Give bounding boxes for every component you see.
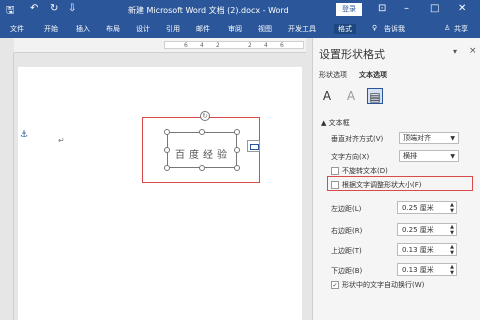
spinner-icon[interactable]: ▲ ▼: [450, 264, 454, 276]
resize-handle[interactable]: [234, 129, 240, 135]
lightbulb-icon: ♀: [372, 24, 378, 32]
tab-review[interactable]: 审阅: [228, 24, 242, 34]
ruler-tick: 4: [264, 42, 268, 49]
text-direction-value: 横排: [403, 152, 417, 160]
tab-insert[interactable]: 插入: [76, 24, 90, 34]
no-rotate-checkbox-row[interactable]: 不旋转文本(D): [331, 166, 388, 176]
tab-references[interactable]: 引用: [166, 24, 180, 34]
resize-handle[interactable]: [199, 165, 205, 171]
save-icon[interactable]: 🖫: [6, 3, 15, 20]
spinner-icon[interactable]: ▲ ▼: [450, 224, 454, 236]
login-button[interactable]: 登录: [336, 3, 362, 16]
bottom-margin-input[interactable]: 0.13 厘米 ▲ ▼: [397, 263, 457, 276]
autofit-checkbox-row[interactable]: 根据文字调整形状大小(F): [331, 180, 422, 190]
tab-shape-options[interactable]: 形状选项: [319, 70, 347, 80]
format-shape-pane: 设置形状格式 ▾ × 形状选项 文本选项 A A ▤ ▲ 文本框 垂直对齐方式(…: [312, 38, 480, 320]
ruler-tick: 2: [248, 42, 252, 49]
share-button[interactable]: 共享: [454, 24, 468, 34]
tab-mailings[interactable]: 邮件: [196, 24, 210, 34]
right-margin-label: 右边距(R): [331, 227, 363, 235]
pane-title: 设置形状格式: [319, 48, 385, 61]
section-textbox-header[interactable]: ▲ 文本框: [321, 118, 350, 128]
tab-file[interactable]: 文件: [10, 24, 24, 34]
paragraph-mark: ↵: [58, 136, 65, 145]
left-margin-input[interactable]: 0.25 厘米 ▲ ▼: [397, 201, 457, 214]
wrap-text-label: 形状中的文字自动换行(W): [342, 281, 425, 289]
layout-options-icon[interactable]: [247, 140, 260, 152]
minimize-icon[interactable]: –: [404, 3, 409, 14]
tab-home[interactable]: 开始: [44, 24, 58, 34]
ruler-tick: 6: [184, 42, 188, 49]
bottom-margin-label: 下边距(B): [331, 267, 363, 275]
right-margin-input[interactable]: 0.25 厘米 ▲ ▼: [397, 223, 457, 236]
redo-icon[interactable]: ↻: [50, 3, 58, 14]
document-page[interactable]: [18, 67, 302, 320]
maximize-icon[interactable]: □: [430, 3, 439, 14]
undo-icon[interactable]: ↶: [30, 3, 38, 14]
text-box-content[interactable]: 百度经验: [168, 146, 238, 161]
tell-me-search[interactable]: 告诉我: [384, 24, 405, 34]
no-rotate-label: 不旋转文本(D): [342, 167, 388, 175]
close-icon[interactable]: ✕: [458, 3, 466, 14]
resize-handle[interactable]: [199, 129, 205, 135]
document-area: [14, 53, 306, 320]
tab-layout[interactable]: 布局: [106, 24, 120, 34]
tab-format[interactable]: 格式: [334, 24, 356, 34]
resize-handle[interactable]: [164, 147, 170, 153]
wrap-text-checkbox[interactable]: ✓: [331, 281, 339, 289]
autofit-checkbox[interactable]: [331, 181, 339, 189]
text-box[interactable]: 百度经验: [167, 132, 237, 168]
horizontal-ruler[interactable]: 6 4 2 2 4 6: [14, 38, 306, 53]
tab-developer[interactable]: 开发工具: [288, 24, 316, 34]
resize-handle[interactable]: [164, 165, 170, 171]
text-fill-outline-icon[interactable]: A: [319, 88, 335, 104]
ruler-tick: 6: [280, 42, 284, 49]
vertical-ruler[interactable]: [0, 53, 14, 320]
pane-close-icon[interactable]: ×: [469, 46, 477, 56]
rotate-handle[interactable]: ↻: [200, 111, 210, 121]
ribbon-tabs: 文件 开始 插入 布局 设计 引用 邮件 审阅 视图 开发工具 格式 ♀ 告诉我…: [0, 20, 480, 38]
no-rotate-checkbox[interactable]: [331, 167, 339, 175]
ruler-tick: 2: [216, 42, 220, 49]
left-margin-value: 0.25 厘米: [402, 204, 434, 212]
vertical-align-select[interactable]: 顶端对齐 ▼: [399, 132, 459, 144]
tab-design[interactable]: 设计: [136, 24, 150, 34]
customize-quick-access-icon[interactable]: ⇩: [68, 3, 76, 14]
spinner-icon[interactable]: ▲ ▼: [450, 244, 454, 256]
bottom-margin-value: 0.13 厘米: [402, 266, 434, 274]
top-margin-label: 上边距(T): [331, 247, 362, 255]
window-title: 新建 Microsoft Word 文档 (2).docx - Word: [128, 6, 289, 15]
ruler-tick: 4: [200, 42, 204, 49]
anchor-icon: ⚓: [20, 130, 29, 140]
text-direction-label: 文字方向(X): [331, 153, 370, 161]
resize-handle[interactable]: [164, 129, 170, 135]
vertical-align-value: 顶端对齐: [403, 134, 431, 142]
tab-text-options[interactable]: 文本选项: [359, 70, 387, 80]
layout-properties-icon[interactable]: ▤: [367, 88, 383, 104]
vertical-align-label: 垂直对齐方式(V): [331, 135, 384, 143]
chevron-down-icon: ▼: [450, 153, 455, 160]
wrap-text-checkbox-row[interactable]: ✓ 形状中的文字自动换行(W): [331, 280, 424, 290]
share-icon: ♙: [444, 24, 451, 32]
autofit-label: 根据文字调整形状大小(F): [342, 181, 422, 189]
text-direction-select[interactable]: 横排 ▼: [399, 150, 459, 162]
spinner-icon[interactable]: ▲ ▼: [450, 202, 454, 214]
ribbon-display-icon[interactable]: ⊡: [378, 3, 386, 14]
text-effects-icon[interactable]: A: [343, 88, 359, 104]
pane-options-icon[interactable]: ▾: [453, 47, 457, 56]
right-margin-value: 0.25 厘米: [402, 226, 434, 234]
tab-view[interactable]: 视图: [258, 24, 272, 34]
top-margin-input[interactable]: 0.13 厘米 ▲ ▼: [397, 243, 457, 256]
top-margin-value: 0.13 厘米: [402, 246, 434, 254]
resize-handle[interactable]: [234, 165, 240, 171]
resize-handle[interactable]: [234, 147, 240, 153]
chevron-down-icon: ▼: [450, 135, 455, 142]
left-margin-label: 左边距(L): [331, 205, 362, 213]
title-bar: 🖫 ↶ ↻ ⇩ 新建 Microsoft Word 文档 (2).docx - …: [0, 0, 480, 20]
